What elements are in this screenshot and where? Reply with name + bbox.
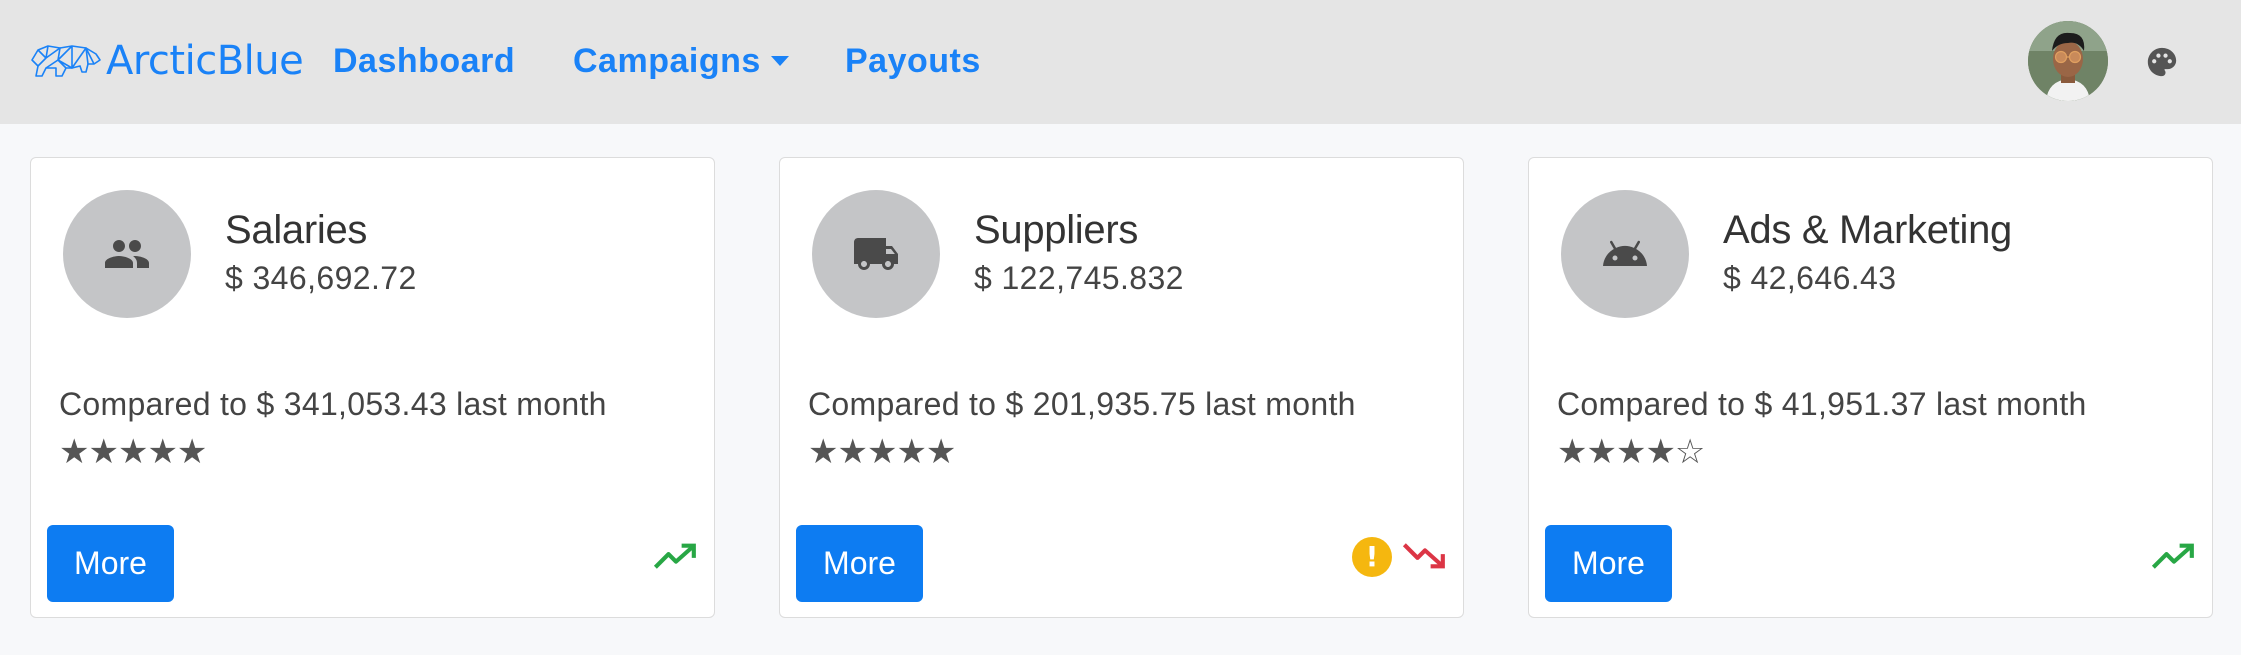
- card-comparison-text: Compared to $ 201,935.75 last month: [808, 386, 1356, 422]
- brand-name: ArcticBlue: [106, 38, 304, 84]
- more-button[interactable]: More: [796, 525, 923, 602]
- avatar-photo: [2028, 21, 2108, 101]
- polar-bear-logo-icon: [31, 45, 101, 77]
- nav-link-campaigns[interactable]: Campaigns: [573, 42, 789, 81]
- card-amount: $ 42,646.43: [1723, 260, 1897, 296]
- trending-up-icon: [653, 543, 696, 569]
- card-amount: $ 122,745.832: [974, 260, 1184, 296]
- star-rating: ★★★★☆: [1557, 432, 1705, 472]
- user-avatar[interactable]: [2028, 21, 2108, 101]
- truck-icon: [854, 238, 898, 270]
- card-title: Suppliers: [974, 208, 1139, 252]
- card-amount: $ 346,692.72: [225, 260, 417, 296]
- nav-link-campaigns-label: Campaigns: [573, 42, 761, 80]
- star-rating: ★★★★★: [59, 432, 207, 472]
- card-comparison-text: Compared to $ 41,951.37 last month: [1557, 386, 2087, 422]
- card-title: Salaries: [225, 208, 368, 252]
- trending-down-icon: [1402, 543, 1445, 569]
- card-icon-circle: [812, 190, 940, 318]
- chevron-down-icon: [770, 56, 789, 67]
- card-icon-circle: [1561, 190, 1689, 318]
- expense-card-ads-marketing: Ads & Marketing $ 42,646.43 Compared to …: [1528, 157, 2213, 618]
- palette-icon[interactable]: [2145, 45, 2179, 79]
- card-title: Ads & Marketing: [1723, 208, 2012, 252]
- more-button[interactable]: More: [47, 525, 174, 602]
- warning-icon: !: [1352, 537, 1392, 577]
- brand-logo-link[interactable]: ArcticBlue: [30, 38, 304, 84]
- card-comparison-text: Compared to $ 341,053.43 last month: [59, 386, 607, 422]
- android-icon: [1603, 240, 1647, 266]
- nav-link-payouts[interactable]: Payouts: [845, 42, 981, 81]
- star-rating: ★★★★★: [808, 432, 956, 472]
- expense-card-salaries: Salaries $ 346,692.72 Compared to $ 341,…: [30, 157, 715, 618]
- card-icon-circle: [63, 190, 191, 318]
- top-navbar: ArcticBlue Dashboard Campaigns Payouts: [0, 0, 2241, 124]
- expense-card-suppliers: Suppliers $ 122,745.832 Compared to $ 20…: [779, 157, 1464, 618]
- nav-link-dashboard[interactable]: Dashboard: [333, 42, 515, 81]
- trending-up-icon: [2151, 543, 2194, 569]
- people-icon: [105, 240, 149, 268]
- more-button[interactable]: More: [1545, 525, 1672, 602]
